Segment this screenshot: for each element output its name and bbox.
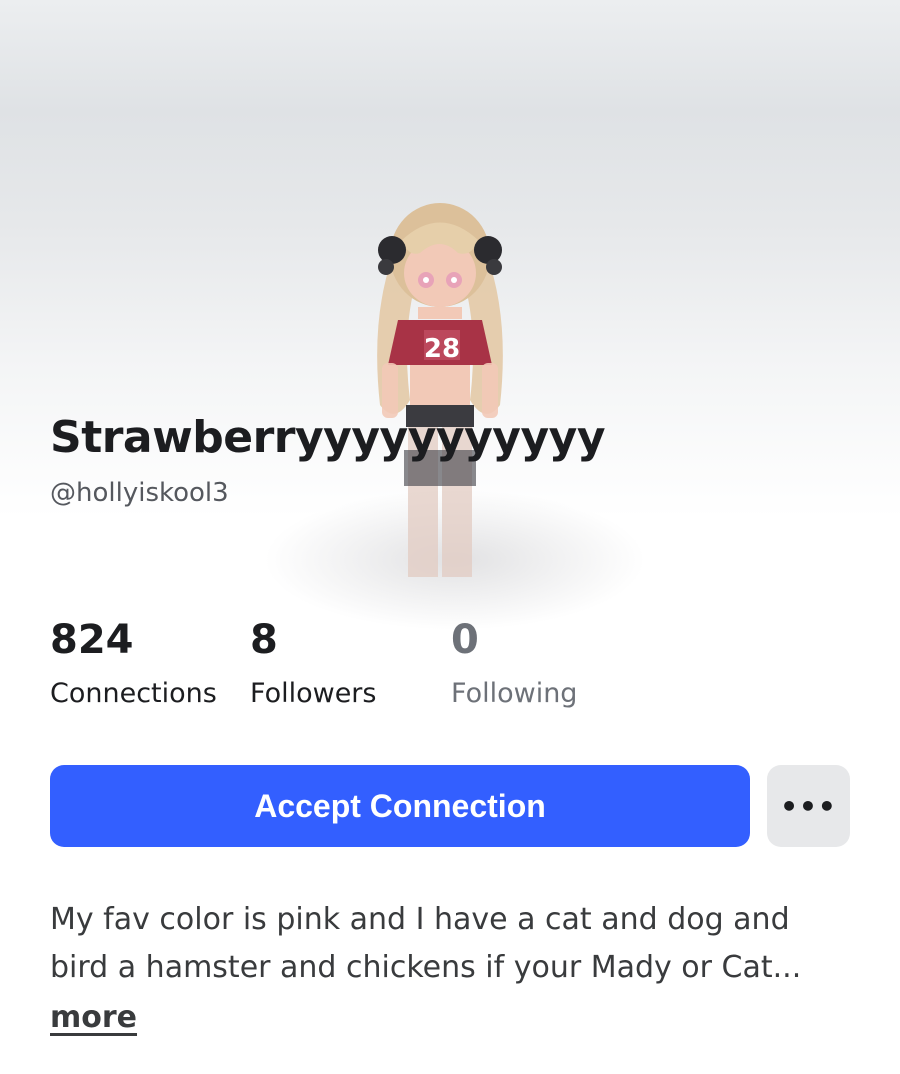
more-options-button[interactable]: ••• <box>767 765 850 847</box>
followers-label: Followers <box>250 678 377 709</box>
display-name: Strawberryyyyyyyyyyy <box>50 412 606 463</box>
followers-count: 8 <box>250 617 278 663</box>
stat-connections[interactable]: 824 Connections <box>50 616 217 712</box>
stat-following[interactable]: 0 Following <box>451 616 577 712</box>
avatar-jersey-number: 28 <box>424 334 460 364</box>
connections-count: 824 <box>50 617 134 663</box>
bio-more-link[interactable]: more <box>50 1000 137 1035</box>
username: @hollyiskool3 <box>50 478 229 508</box>
avatar-3d: 28 <box>377 203 503 577</box>
bio-text: My fav color is pink and I have a cat an… <box>50 902 802 985</box>
more-options-icon: ••• <box>780 789 837 823</box>
following-count: 0 <box>451 617 479 663</box>
connections-label: Connections <box>50 678 217 709</box>
following-label: Following <box>451 678 578 709</box>
accept-connection-button[interactable]: Accept Connection <box>50 765 750 847</box>
stat-followers[interactable]: 8 Followers <box>250 616 376 712</box>
